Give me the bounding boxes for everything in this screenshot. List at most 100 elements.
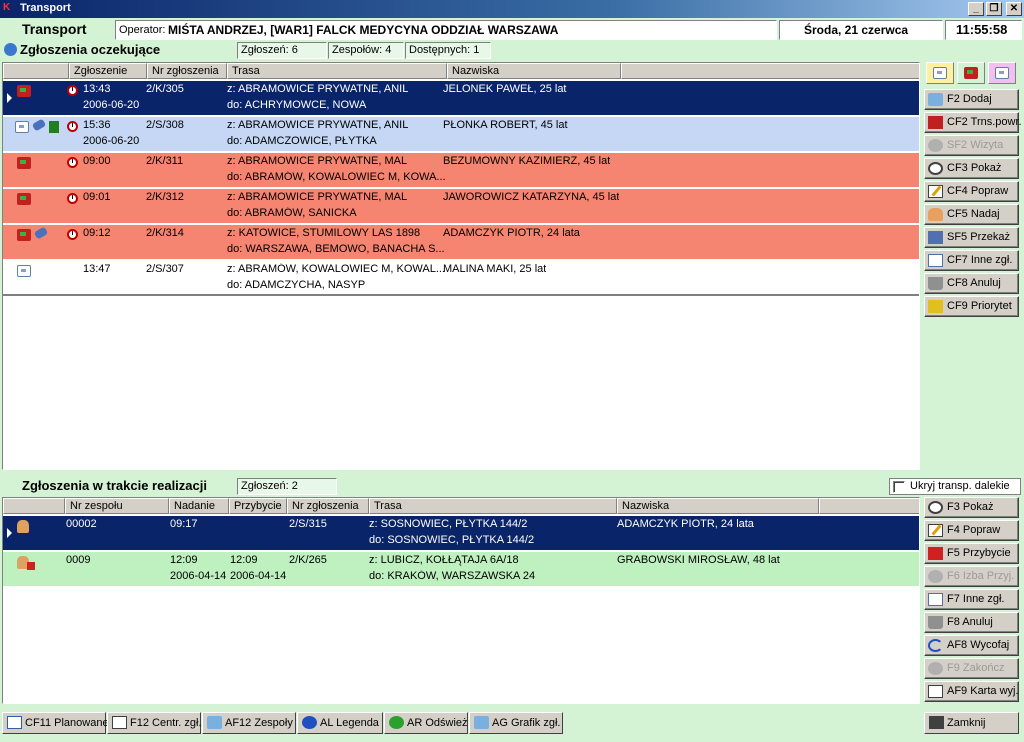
table-row[interactable]: 13:47 2/S/307 z: ABRAMÓW, KOWALOWIEC M, … — [3, 261, 919, 296]
button-label: CF4 Popraw — [947, 185, 1009, 197]
col-nr-zespolu[interactable]: Nr zespołu — [65, 498, 169, 514]
show-button[interactable]: CF3 Pokaż — [924, 158, 1019, 179]
withdraw-button[interactable]: AF8 Wycofaj — [924, 635, 1019, 656]
row-route-to: do: ABRAMÓW, KOWALOWIEC M, KOWA... — [227, 171, 445, 183]
transfer-button[interactable]: SF5 Przekaż — [924, 227, 1019, 248]
active-edit-button[interactable]: F4 Popraw — [924, 520, 1019, 541]
button-label: CF2 Trns.powr. — [947, 116, 1022, 128]
row-nr: 2/K/314 — [146, 227, 184, 239]
close-button[interactable]: Zamknij — [924, 712, 1019, 734]
hide-long-transport-label: Ukryj transp. dalekie — [910, 480, 1010, 492]
col-przybycie[interactable]: Przybycie — [229, 498, 287, 514]
col-nadanie[interactable]: Nadanie — [169, 498, 229, 514]
priority-button[interactable]: CF9 Priorytet — [924, 296, 1019, 317]
admission-icon — [928, 570, 943, 583]
row-route-to: do: ACHRYMOWCE, NOWA — [227, 99, 367, 111]
active-show-button[interactable]: F3 Pokaż — [924, 497, 1019, 518]
operator-prefix: Operator: — [119, 24, 166, 36]
button-label: SF2 Wizyta — [947, 139, 1004, 151]
table-row[interactable]: 0009 12:09 2006-04-14 12:09 2006-04-14 2… — [3, 552, 919, 587]
button-label: AF9 Karta wyj. — [947, 685, 1019, 697]
col-filler — [819, 498, 919, 514]
current-date: Środa, 21 czerwca — [804, 23, 909, 37]
row-time: 09:00 — [83, 155, 111, 167]
title-bar: K Transport _ ❐ ✕ — [0, 0, 1024, 18]
filter-planned-tab[interactable] — [926, 62, 954, 84]
central-requests-icon — [112, 716, 127, 729]
button-label: CF7 Inne zgł. — [947, 254, 1013, 266]
table-row[interactable]: 13:43 2006-06-20 2/K/305 z: ABRAMOWICE P… — [3, 81, 919, 116]
legend-button[interactable]: AL Legenda — [297, 712, 383, 734]
arrival-button[interactable]: F5 Przybycie — [924, 543, 1019, 564]
return-transport-button[interactable]: CF2 Trns.powr. — [924, 112, 1022, 133]
col-nr-zgloszenia[interactable]: Nr zgłoszenia — [147, 63, 227, 79]
edit-button[interactable]: CF4 Popraw — [924, 181, 1019, 202]
col-icons[interactable] — [3, 498, 65, 514]
col-nazwiska[interactable]: Nazwiska — [447, 63, 621, 79]
row-nr: 2/K/312 — [146, 191, 184, 203]
phone-icon — [33, 226, 49, 240]
active-other-requests-button[interactable]: F7 Inne zgł. — [924, 589, 1019, 610]
filter-urgent-tab[interactable] — [957, 62, 985, 84]
row-time: 13:43 — [83, 83, 111, 95]
add-request-icon — [928, 93, 943, 106]
row-route-to: do: ADAMCZYCHA, NASYP — [227, 279, 366, 291]
current-time: 11:55:58 — [956, 22, 1008, 37]
table-row[interactable]: 09:00 2/K/311 z: ABRAMOWICE PRYWATNE, MA… — [3, 153, 919, 188]
ambulance-icon — [928, 116, 943, 129]
finish-button[interactable]: F9 Zakończ — [924, 658, 1019, 679]
button-label: CF11 Planowane — [25, 717, 109, 729]
row-route-from: z: ABRAMOWICE PRYWATNE, ANIL — [227, 83, 409, 95]
button-label: F12 Centr. zgł. — [130, 717, 202, 729]
minimize-button[interactable]: _ — [968, 2, 984, 16]
ambulance-planned-icon — [15, 121, 29, 133]
teams-button[interactable]: AF12 Zespoły — [202, 712, 296, 734]
col-zgloszenie[interactable]: Zgłoszenie — [69, 63, 147, 79]
table-row[interactable]: 09:01 2/K/312 z: ABRAMOWICE PRYWATNE, MA… — [3, 189, 919, 224]
row-route-to: do: ADAMCZOWICE, PŁYTKA — [227, 135, 377, 147]
button-label: CF9 Priorytet — [947, 300, 1012, 312]
filter-other-tab[interactable] — [988, 62, 1016, 84]
button-label: F4 Popraw — [947, 524, 1001, 536]
restore-button[interactable]: ❐ — [986, 2, 1002, 16]
arrival-icon — [928, 547, 943, 560]
trip-card-button[interactable]: AF9 Karta wyj. — [924, 681, 1019, 702]
col-nr-zgloszenia[interactable]: Nr zgłoszenia — [287, 498, 369, 514]
col-trasa[interactable]: Trasa — [369, 498, 617, 514]
add-button[interactable]: F2 Dodaj — [924, 89, 1019, 110]
row-nr: 2/S/308 — [146, 119, 184, 131]
table-row[interactable]: 09:12 2/K/314 z: KATOWICE, STUMILOWY LAS… — [3, 225, 919, 260]
visit-button[interactable]: SF2 Wizyta — [924, 135, 1019, 156]
hide-long-transport-box[interactable]: Ukryj transp. dalekie — [889, 478, 1021, 495]
table-row[interactable]: 00002 09:17 2/S/315 z: SOSNOWIEC, PŁYTKA… — [3, 516, 919, 551]
planned-button[interactable]: CF11 Planowane — [2, 712, 109, 734]
row-nr: 2/S/315 — [289, 518, 327, 530]
close-window-button[interactable]: ✕ — [1006, 2, 1022, 16]
phone-icon — [31, 118, 47, 132]
table-row[interactable]: 15:36 2006-06-20 2/S/308 z: ABRAMOWICE P… — [3, 117, 919, 152]
assign-button[interactable]: CF5 Nadaj — [924, 204, 1019, 225]
active-cancel-button[interactable]: F8 Anuluj — [924, 612, 1019, 633]
hide-long-transport-checkbox[interactable] — [893, 481, 905, 493]
col-icons[interactable] — [3, 63, 69, 79]
row-team: 0009 — [66, 554, 91, 566]
pencil-icon — [928, 524, 943, 537]
pending-requests-grid[interactable]: Zgłoszenie Nr zgłoszenia Trasa Nazwiska … — [2, 62, 920, 470]
current-row-marker-icon — [7, 528, 12, 538]
ambulance-planned-icon — [933, 67, 947, 79]
visit-icon — [928, 139, 943, 152]
central-requests-button[interactable]: F12 Centr. zgł. — [107, 712, 202, 734]
row-name: JAWOROWICZ KATARZYNA, 45 lat — [443, 191, 620, 203]
other-requests-button[interactable]: CF7 Inne zgł. — [924, 250, 1019, 271]
col-nazwiska[interactable]: Nazwiska — [617, 498, 819, 514]
admission-button[interactable]: F6 Izba Przyj. — [924, 566, 1019, 587]
stopwatch-icon — [67, 193, 78, 204]
app-logo-icon: K — [3, 2, 11, 13]
cancel-button[interactable]: CF8 Anuluj — [924, 273, 1019, 294]
undo-icon — [928, 639, 943, 652]
refresh-button[interactable]: AR Odśwież — [384, 712, 468, 734]
schedule-button[interactable]: AG Grafik zgł. — [469, 712, 563, 734]
button-label: F7 Inne zgł. — [947, 593, 1005, 605]
col-trasa[interactable]: Trasa — [227, 63, 447, 79]
active-requests-grid[interactable]: Nr zespołu Nadanie Przybycie Nr zgłoszen… — [2, 497, 920, 704]
